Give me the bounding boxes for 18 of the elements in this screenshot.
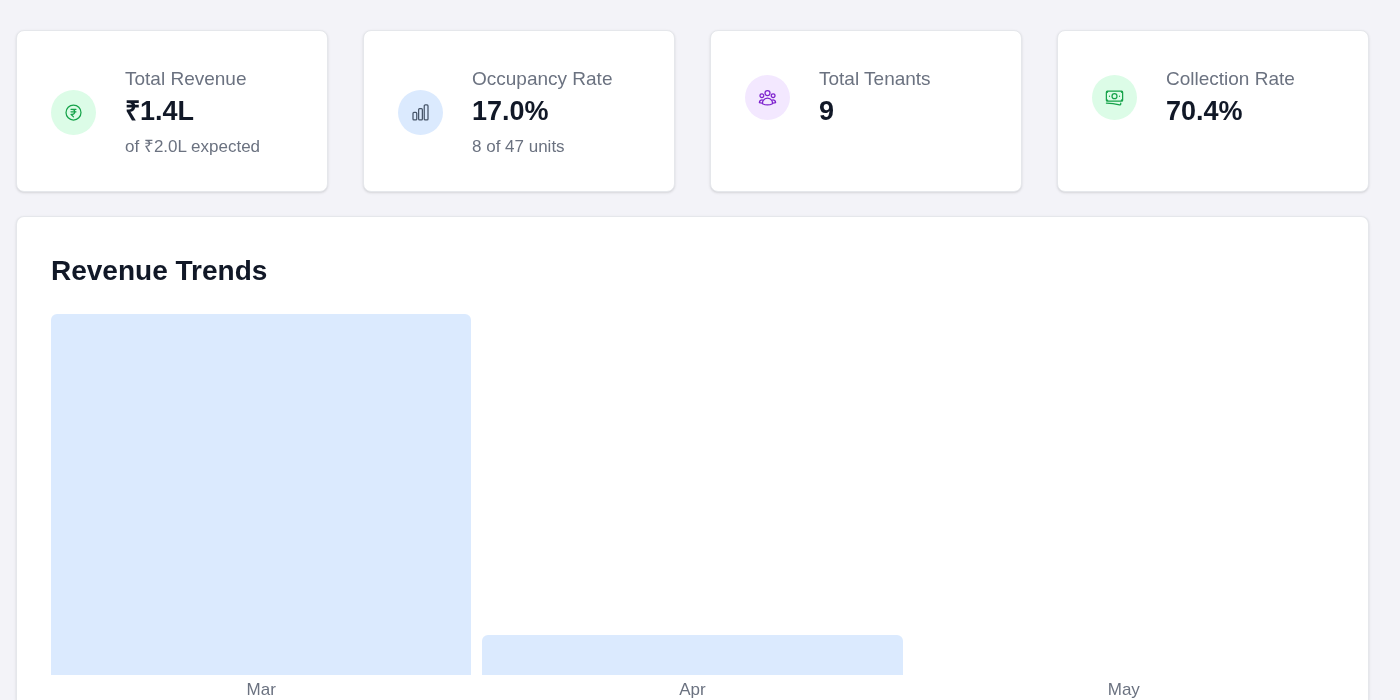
bar-chart-icon [398,89,443,135]
stat-value: 70.4% [1166,95,1243,128]
stat-subtitle: of ₹2.0L expected [125,136,261,158]
stat-value: 9 [819,95,835,128]
people-icon [745,74,790,120]
stat-value: ₹1.4L [125,95,195,128]
rupee-icon [51,89,96,135]
month-label: Apr [679,680,706,700]
stat-title: Total Revenue [125,67,247,91]
month-label: Mar [246,680,276,700]
chart-title: Revenue Trends [51,254,269,288]
banknote-icon [1092,74,1137,120]
stat-subtitle: 8 of 47 units [472,136,565,158]
stat-value: 17.0% [472,95,549,128]
month-label: May [1107,680,1140,700]
stat-title: Occupancy Rate [472,67,613,91]
stat-title: Total Tenants [819,67,931,91]
stat-title: Collection Rate [1166,67,1295,91]
